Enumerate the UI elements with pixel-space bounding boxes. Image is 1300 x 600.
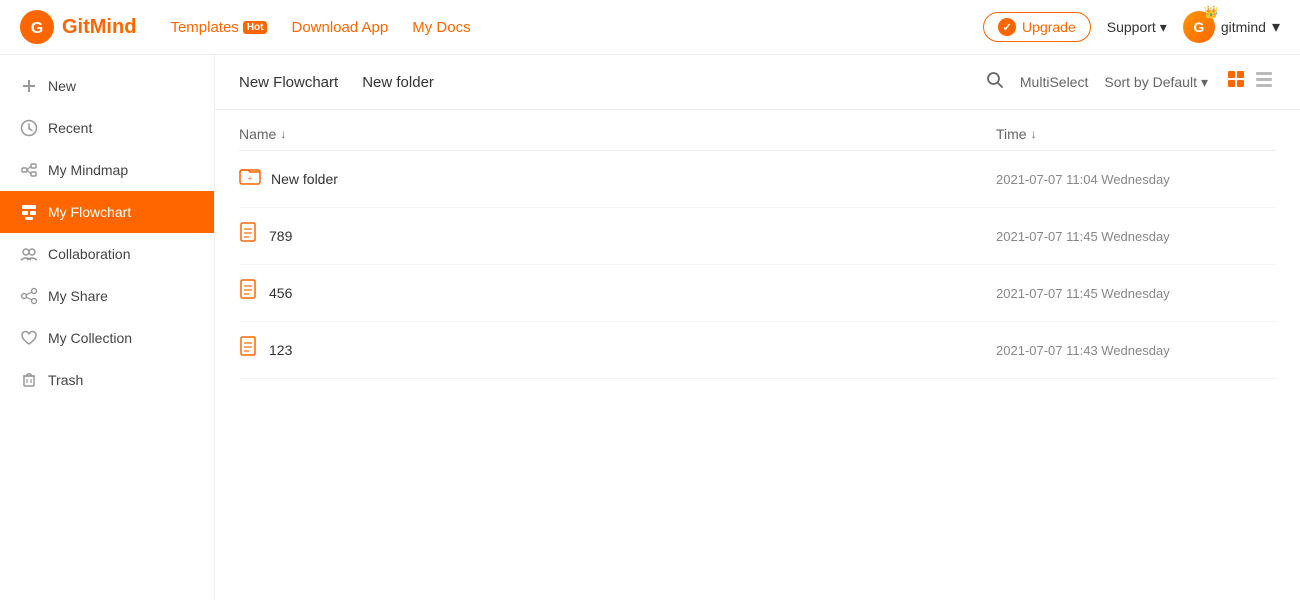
clock-icon	[20, 119, 38, 137]
toolbar-right: MultiSelect Sort by Default ▾	[986, 67, 1276, 97]
sidebar-item-label: My Collection	[48, 330, 132, 346]
sidebar-item-label: Recent	[48, 120, 92, 136]
table-row[interactable]: 789 2021-07-07 11:45 Wednesday	[239, 208, 1276, 265]
sidebar-item-label: My Share	[48, 288, 108, 304]
sidebar: New Recent My Mindmap My Flowchart Colla…	[0, 55, 215, 600]
nav-templates[interactable]: Templates Hot	[170, 19, 267, 36]
upgrade-icon: ✓	[998, 18, 1016, 36]
collab-icon	[20, 245, 38, 263]
doc-icon	[239, 336, 259, 364]
sort-arrow-icon: ↓	[280, 127, 286, 141]
sidebar-item-new[interactable]: New	[0, 65, 214, 107]
file-list: Name ↓ Time ↓ + New folder 2021-07-07 11…	[215, 110, 1300, 600]
svg-text:G: G	[31, 20, 43, 37]
multiselect-button[interactable]: MultiSelect	[1020, 74, 1088, 90]
sidebar-item-recent[interactable]: Recent	[0, 107, 214, 149]
header-right: ✓ Upgrade Support ▾ G 👑 gitmind ▾	[983, 11, 1280, 43]
doc-icon	[239, 279, 259, 307]
file-time: 2021-07-07 11:45 Wednesday	[996, 229, 1276, 244]
logo-text: GitMind	[62, 16, 136, 39]
avatar: G 👑	[1183, 11, 1215, 43]
list-view-button[interactable]	[1252, 67, 1276, 97]
file-name-label: 456	[269, 285, 292, 301]
folder-icon: +	[239, 165, 261, 187]
main-layout: New Recent My Mindmap My Flowchart Colla…	[0, 55, 1300, 600]
sidebar-item-label: My Mindmap	[48, 162, 128, 178]
support-button[interactable]: Support ▾	[1107, 19, 1167, 36]
sidebar-item-label: Collaboration	[48, 246, 131, 262]
crown-icon: 👑	[1204, 5, 1219, 19]
user-area[interactable]: G 👑 gitmind ▾	[1183, 11, 1280, 43]
sort-arrow-icon: ↓	[1031, 127, 1037, 141]
upgrade-button[interactable]: ✓ Upgrade	[983, 12, 1091, 42]
share-icon	[20, 287, 38, 305]
nav-download-app[interactable]: Download App	[291, 19, 388, 36]
file-name: 123	[239, 336, 996, 364]
mindmap-icon	[20, 161, 38, 179]
sidebar-item-trash[interactable]: Trash	[0, 359, 214, 401]
sidebar-item-label: My Flowchart	[48, 204, 131, 220]
svg-text:+: +	[248, 174, 253, 183]
sidebar-item-collaboration[interactable]: Collaboration	[0, 233, 214, 275]
heart-icon	[20, 329, 38, 347]
sidebar-item-mindmap[interactable]: My Mindmap	[0, 149, 214, 191]
chevron-down-icon: ▾	[1201, 74, 1208, 91]
nav-my-docs[interactable]: My Docs	[412, 19, 470, 36]
logo[interactable]: G GitMind	[20, 10, 136, 44]
grid-view-button[interactable]	[1224, 67, 1248, 97]
chevron-down-icon: ▾	[1272, 17, 1280, 37]
sort-button[interactable]: Sort by Default ▾	[1104, 74, 1208, 91]
sidebar-item-flowchart[interactable]: My Flowchart	[0, 191, 214, 233]
new-folder-button[interactable]: New folder	[362, 74, 434, 91]
flowchart-icon	[20, 203, 38, 221]
sidebar-item-label: Trash	[48, 372, 83, 388]
header: G GitMind Templates Hot Download App My …	[0, 0, 1300, 55]
toolbar: New Flowchart New folder MultiSelect Sor…	[215, 55, 1300, 110]
plus-icon	[20, 77, 38, 95]
column-name[interactable]: Name ↓	[239, 126, 996, 142]
table-row[interactable]: 123 2021-07-07 11:43 Wednesday	[239, 322, 1276, 379]
doc-icon	[239, 336, 259, 358]
file-list-header: Name ↓ Time ↓	[239, 110, 1276, 151]
search-icon[interactable]	[986, 71, 1004, 94]
hot-badge: Hot	[243, 21, 268, 34]
sidebar-item-myshare[interactable]: My Share	[0, 275, 214, 317]
doc-icon	[239, 222, 259, 244]
sidebar-item-label: New	[48, 78, 76, 94]
table-row[interactable]: 456 2021-07-07 11:45 Wednesday	[239, 265, 1276, 322]
sidebar-item-mycollection[interactable]: My Collection	[0, 317, 214, 359]
trash-icon	[20, 371, 38, 389]
file-name-label: New folder	[271, 171, 338, 187]
table-row[interactable]: + New folder 2021-07-07 11:04 Wednesday	[239, 151, 1276, 208]
file-time: 2021-07-07 11:43 Wednesday	[996, 343, 1276, 358]
file-time: 2021-07-07 11:04 Wednesday	[996, 172, 1276, 187]
file-name: 456	[239, 279, 996, 307]
column-time[interactable]: Time ↓	[996, 126, 1276, 142]
logo-icon: G	[20, 10, 54, 44]
file-time: 2021-07-07 11:45 Wednesday	[996, 286, 1276, 301]
folder-icon: +	[239, 165, 261, 193]
user-name: gitmind	[1221, 19, 1266, 35]
new-flowchart-button[interactable]: New Flowchart	[239, 74, 338, 91]
file-name: 789	[239, 222, 996, 250]
file-rows: + New folder 2021-07-07 11:04 Wednesday …	[239, 151, 1276, 379]
content-area: New Flowchart New folder MultiSelect Sor…	[215, 55, 1300, 600]
doc-icon	[239, 222, 259, 250]
doc-icon	[239, 279, 259, 301]
file-name: + New folder	[239, 165, 996, 193]
file-name-label: 789	[269, 228, 292, 244]
file-name-label: 123	[269, 342, 292, 358]
chevron-down-icon: ▾	[1160, 19, 1167, 36]
view-toggle	[1224, 67, 1276, 97]
